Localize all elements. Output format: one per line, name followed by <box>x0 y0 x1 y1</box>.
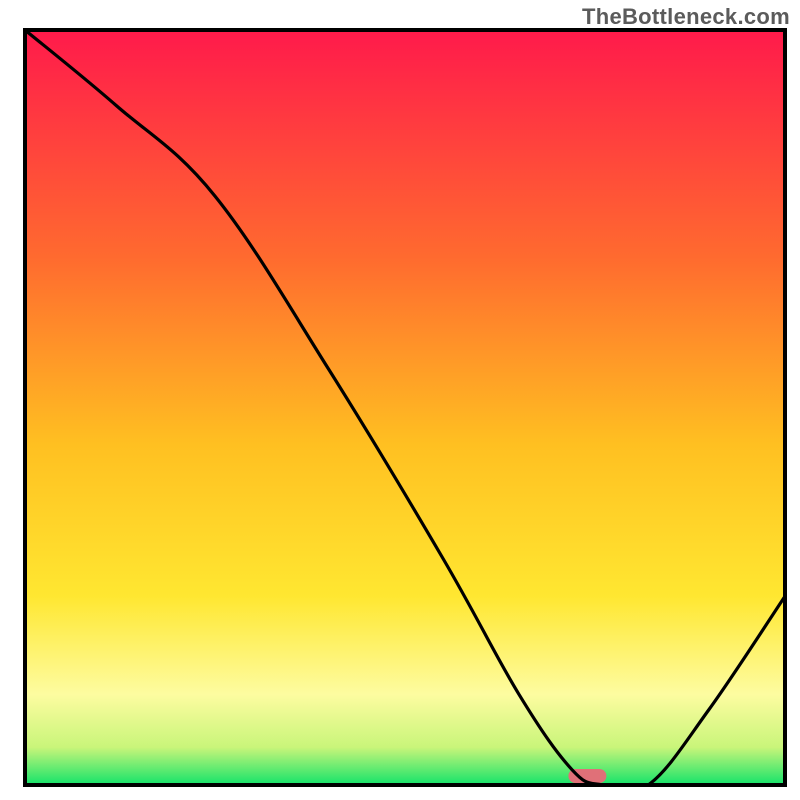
chart-stage: TheBottleneck.com <box>0 0 800 800</box>
gradient-background <box>25 30 785 785</box>
watermark-text: TheBottleneck.com <box>582 4 790 30</box>
chart-svg <box>0 0 800 800</box>
